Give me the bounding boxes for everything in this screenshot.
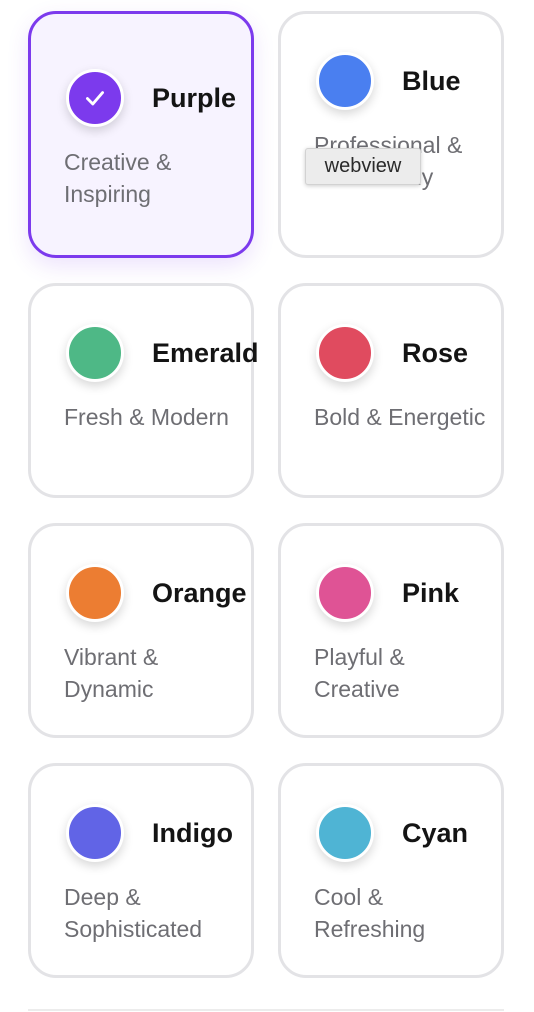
color-description: Deep & Sophisticated: [64, 884, 203, 942]
check-icon: [86, 91, 104, 106]
color-name: Blue: [402, 66, 461, 96]
color-name: Rose: [402, 338, 469, 368]
swatch-cyan: [316, 804, 374, 862]
color-option-blue[interactable]: Blue Professional & Trustworthy: [278, 11, 504, 258]
color-name: Indigo: [152, 818, 233, 848]
color-description: Cool & Refreshing: [314, 884, 426, 942]
color-option-emerald[interactable]: Emerald Fresh & Modern: [28, 283, 259, 498]
color-option-cyan[interactable]: Cyan Cool & Refreshing: [278, 763, 504, 978]
color-description: Fresh & Modern: [64, 404, 229, 430]
swatch-orange: [66, 564, 124, 622]
color-option-pink[interactable]: Pink Playful & Creative: [278, 523, 504, 738]
color-option-orange[interactable]: Orange Vibrant & Dynamic: [28, 523, 254, 738]
color-name: Cyan: [402, 818, 469, 848]
color-option-indigo[interactable]: Indigo Deep & Sophisticated: [28, 763, 254, 978]
swatch-blue: [316, 52, 374, 110]
swatch-indigo: [66, 804, 124, 862]
color-description: Vibrant & Dynamic: [64, 644, 159, 702]
color-name: Emerald: [152, 338, 259, 368]
divider: [28, 1009, 504, 1011]
swatch-purple: [66, 69, 124, 127]
swatch-emerald: [66, 324, 124, 382]
color-option-purple[interactable]: Purple Creative & Inspiring: [28, 11, 254, 258]
swatch-rose: [316, 324, 374, 382]
color-description: Playful & Creative: [314, 644, 405, 702]
color-name: Pink: [402, 578, 460, 608]
color-name: Orange: [152, 578, 247, 608]
color-description: Bold & Energetic: [314, 404, 486, 430]
swatch-pink: [316, 564, 374, 622]
color-option-rose[interactable]: Rose Bold & Energetic: [278, 283, 504, 498]
color-description: Creative & Inspiring: [64, 149, 172, 207]
color-name: Purple: [152, 83, 237, 113]
webview-tooltip: webview: [305, 148, 421, 185]
